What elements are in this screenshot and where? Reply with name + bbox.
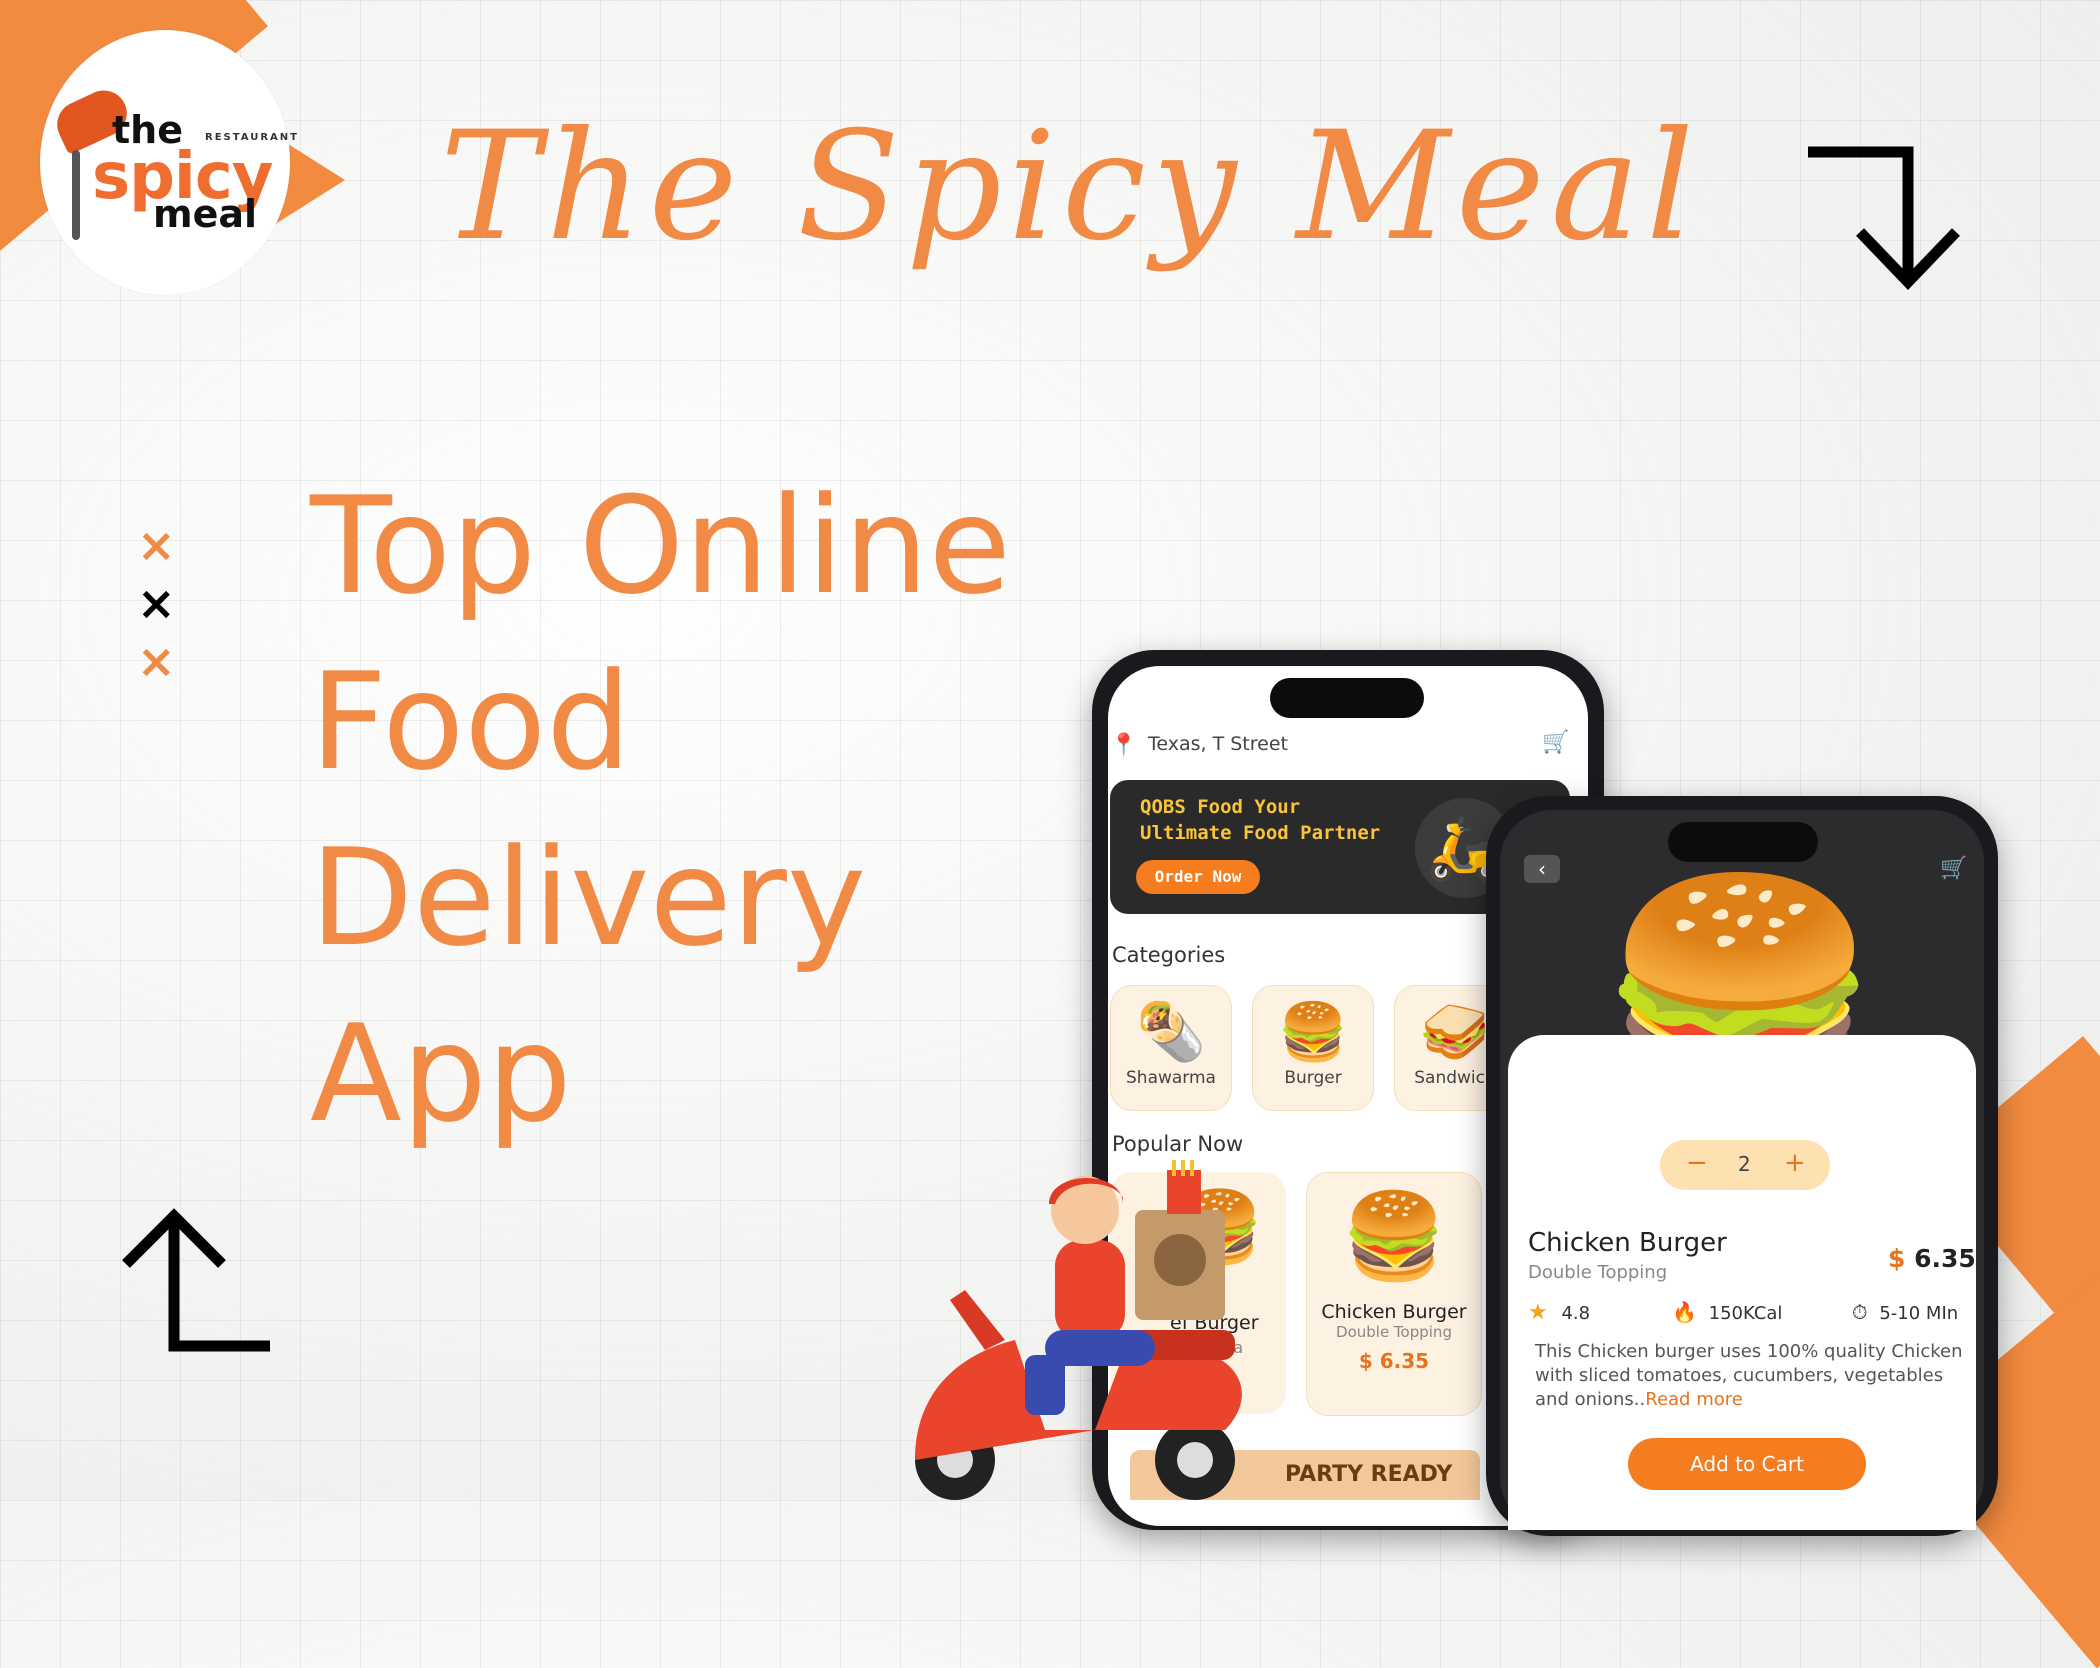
hero-burger-image-overlap: [1600, 1000, 1890, 1120]
headline-line-2: Food: [310, 644, 632, 800]
headline: Top Online Food Delivery App: [310, 458, 1011, 1162]
cart-icon[interactable]: 🛒: [1542, 730, 1569, 755]
star-icon: ★: [1528, 1300, 1548, 1325]
increment-button[interactable]: +: [1784, 1148, 1806, 1178]
popular-card-price: $ 6.35: [1358, 1349, 1430, 1373]
burger-icon: 🍔: [1341, 1187, 1447, 1285]
arrow-down-turn-icon: [1808, 146, 1960, 290]
headline-line-1: Top Online: [310, 468, 1011, 624]
decor-mark-1: ×: [137, 518, 176, 572]
popular-card-sub: Double Topping: [1336, 1323, 1452, 1341]
shawarma-icon: 🌯: [1136, 1000, 1206, 1065]
add-to-cart-button[interactable]: Add to Cart: [1628, 1438, 1866, 1490]
headline-line-3: Delivery: [310, 820, 867, 976]
price-value: 6.35: [1914, 1244, 1976, 1273]
popular-card-chicken-burger[interactable]: 🍔 Chicken Burger Double Topping $ 6.35: [1306, 1172, 1482, 1416]
arrow-up-turn-icon: [122, 1208, 270, 1352]
rating-info: ★ 4.8: [1528, 1300, 1590, 1325]
decrement-button[interactable]: −: [1686, 1148, 1708, 1178]
headline-line-4: App: [310, 996, 572, 1152]
location-pin-icon[interactable]: 📍: [1110, 733, 1137, 758]
flame-icon: 🔥: [1672, 1300, 1697, 1324]
logo-word-meal: meal: [153, 192, 258, 236]
burger-icon: 🍔: [1278, 1000, 1348, 1065]
category-card-burger[interactable]: 🍔 Burger: [1252, 985, 1374, 1111]
quantity-stepper[interactable]: − 2 +: [1660, 1140, 1830, 1190]
read-more-link[interactable]: Read more: [1645, 1389, 1743, 1410]
logo-fork-icon: [72, 150, 80, 240]
popular-card-name: Chicken Burger: [1321, 1301, 1467, 1323]
quantity-value: 2: [1738, 1152, 1751, 1176]
promo-title-line2: Ultimate Food Partner: [1140, 822, 1381, 844]
cart-icon[interactable]: 🛒: [1940, 856, 1967, 881]
phone-home-notch: [1270, 678, 1424, 718]
time-value: 5-10 MIn: [1879, 1303, 1959, 1324]
category-label: Burger: [1284, 1068, 1342, 1088]
order-now-button[interactable]: Order Now: [1136, 860, 1260, 894]
product-name: Chicken Burger: [1528, 1228, 1727, 1258]
time-info: ⏱ 5-10 MIn: [1852, 1300, 1958, 1324]
calories-info: 🔥 150KCal: [1672, 1300, 1782, 1324]
product-price: $ 6.35: [1888, 1244, 1976, 1273]
location-text[interactable]: Texas, T Street: [1148, 733, 1288, 755]
decor-mark-2: ×: [137, 576, 176, 630]
back-arrow-icon[interactable]: ‹: [1524, 855, 1560, 883]
category-card-shawarma[interactable]: 🌯 Shawarma: [1110, 985, 1232, 1111]
rating-value: 4.8: [1561, 1303, 1591, 1324]
timer-icon: ⏱: [1852, 1300, 1868, 1324]
product-sub: Double Topping: [1528, 1262, 1668, 1283]
popular-title: Popular Now: [1112, 1132, 1244, 1156]
category-label: Shawarma: [1126, 1068, 1216, 1088]
categories-title: Categories: [1112, 943, 1226, 967]
phone-detail-notch: [1668, 822, 1818, 862]
calories-value: 150KCal: [1708, 1303, 1783, 1324]
description-text: This Chicken burger uses 100% quality Ch…: [1535, 1341, 1963, 1410]
promo-title-line1: QOBS Food Your: [1140, 796, 1301, 818]
page-title: The Spicy Meal: [440, 100, 1701, 274]
decor-mark-3: ×: [137, 634, 176, 688]
price-currency: $: [1888, 1244, 1906, 1273]
delivery-rider-illustration: [915, 1160, 1242, 1500]
product-description: This Chicken burger uses 100% quality Ch…: [1535, 1340, 1975, 1412]
